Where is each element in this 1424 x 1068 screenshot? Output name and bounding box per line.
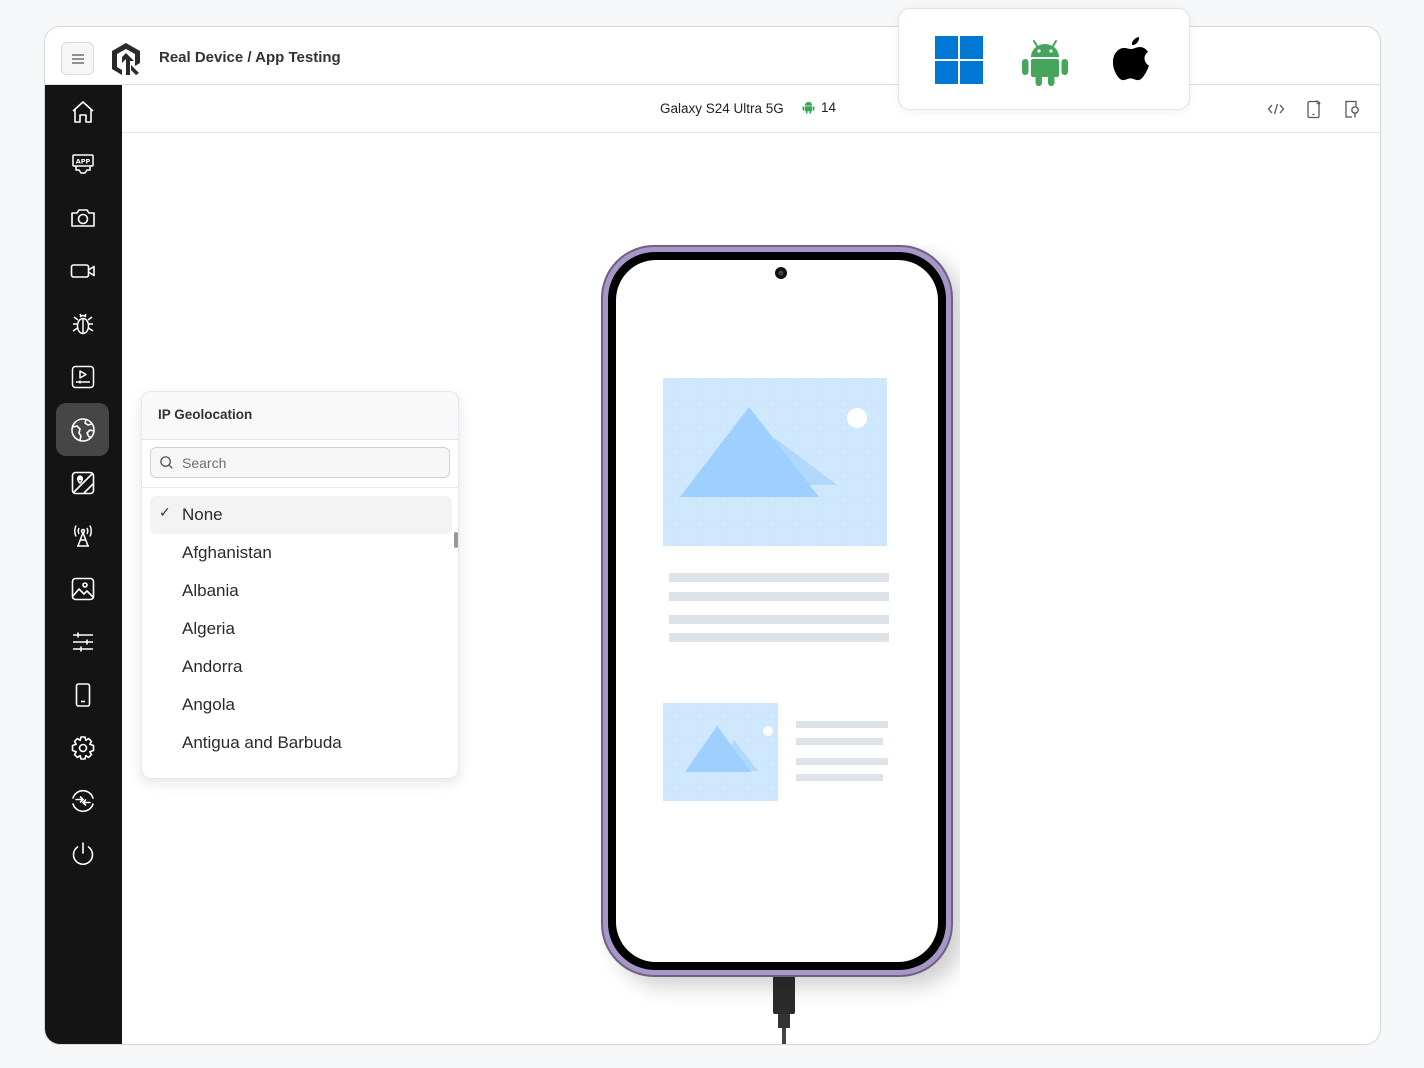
ip-geolocation-panel: IP Geolocation ✓ None Afghanistan Albani… (141, 391, 459, 779)
image-placeholder (663, 378, 887, 546)
android-icon (1022, 40, 1068, 86)
sidebar-item-gps-location[interactable] (56, 456, 109, 509)
country-list: ✓ None Afghanistan Albania Algeria Andor… (150, 496, 452, 762)
play-media-icon (71, 365, 94, 388)
os-option-android[interactable] (1019, 34, 1071, 86)
code-inspector-button[interactable] (1266, 99, 1286, 119)
sidebar-item-sliders[interactable] (56, 615, 109, 668)
sidebar: APP (45, 85, 122, 1044)
android-icon (802, 101, 815, 114)
sidebar-item-gallery[interactable] (56, 562, 109, 615)
device-toolbar: Galaxy S24 Ultra 5G 14 (122, 85, 1380, 133)
device-screen[interactable] (600, 244, 960, 1044)
list-item[interactable]: Angola (150, 686, 452, 724)
check-icon: ✓ (159, 504, 171, 520)
phone-icon (75, 682, 90, 707)
sidebar-item-end-session[interactable] (56, 827, 109, 880)
sidebar-item-device[interactable] (56, 668, 109, 721)
sidebar-item-debug[interactable] (56, 297, 109, 350)
globe-icon (70, 417, 95, 442)
device-wifi-icon (1307, 100, 1321, 119)
sidebar-item-settings[interactable] (56, 721, 109, 774)
camera-icon (70, 208, 95, 227)
sidebar-item-record[interactable] (56, 244, 109, 297)
sliders-icon (72, 632, 93, 651)
search-wrap (142, 440, 458, 488)
option-label: None (182, 505, 223, 524)
list-item[interactable]: Antigua and Barbuda (150, 724, 452, 762)
apple-icon (1112, 37, 1149, 81)
windows-icon (935, 36, 983, 84)
antenna-icon (73, 524, 92, 547)
map-pin-icon (71, 471, 94, 494)
list-item[interactable]: Albania (150, 572, 452, 610)
list-item[interactable]: Algeria (150, 610, 452, 648)
option-label: Angola (182, 695, 235, 714)
os-selector (898, 8, 1190, 110)
option-label: Albania (182, 581, 239, 600)
sidebar-item-switch-device[interactable] (56, 774, 109, 827)
sidebar-item-screenshot[interactable] (56, 191, 109, 244)
code-icon (1267, 103, 1285, 115)
panel-title: IP Geolocation (142, 392, 458, 440)
scrollbar[interactable] (454, 532, 458, 548)
bug-icon (72, 313, 93, 334)
image-icon (71, 577, 94, 600)
sidebar-item-network[interactable] (56, 509, 109, 562)
device-network-button[interactable] (1304, 99, 1324, 119)
svg-text:APP: APP (75, 157, 90, 165)
lambdatest-logo[interactable] (109, 41, 143, 77)
usb-cable (773, 976, 795, 1044)
search-input[interactable] (182, 454, 432, 471)
power-icon (72, 841, 93, 865)
os-option-windows[interactable] (933, 34, 985, 86)
gear-icon (71, 735, 94, 760)
list-item[interactable]: Afghanistan (150, 534, 452, 572)
device-search-icon (1345, 100, 1359, 118)
app-upload-icon: APP (71, 153, 94, 174)
option-label: Andorra (182, 657, 243, 676)
app-window: Real Device / App Testing APP Galaxy S24… (44, 26, 1381, 1045)
sidebar-item-home[interactable] (56, 85, 109, 138)
device-tools (1266, 99, 1362, 119)
video-icon (70, 263, 95, 278)
sidebar-item-app[interactable]: APP (56, 138, 109, 191)
os-option-apple[interactable] (1105, 34, 1157, 86)
hamburger-icon (71, 53, 84, 64)
switch-icon (71, 789, 94, 812)
sidebar-item-media[interactable] (56, 350, 109, 403)
list-item-none[interactable]: ✓ None (150, 496, 452, 534)
device-search-button[interactable] (1342, 99, 1362, 119)
list-item[interactable]: Andorra (150, 648, 452, 686)
option-label: Algeria (182, 619, 235, 638)
device-name: Galaxy S24 Ultra 5G (660, 101, 784, 116)
menu-button[interactable] (61, 42, 94, 75)
option-label: Antigua and Barbuda (182, 733, 342, 752)
option-label: Afghanistan (182, 543, 272, 562)
page-title: Real Device / App Testing (159, 49, 341, 66)
sidebar-item-geolocation[interactable] (56, 403, 109, 456)
os-version: 14 (821, 100, 837, 115)
search-icon (160, 456, 173, 469)
os-version-badge: 14 (801, 100, 836, 115)
home-icon (71, 100, 94, 123)
search-box (150, 447, 450, 478)
